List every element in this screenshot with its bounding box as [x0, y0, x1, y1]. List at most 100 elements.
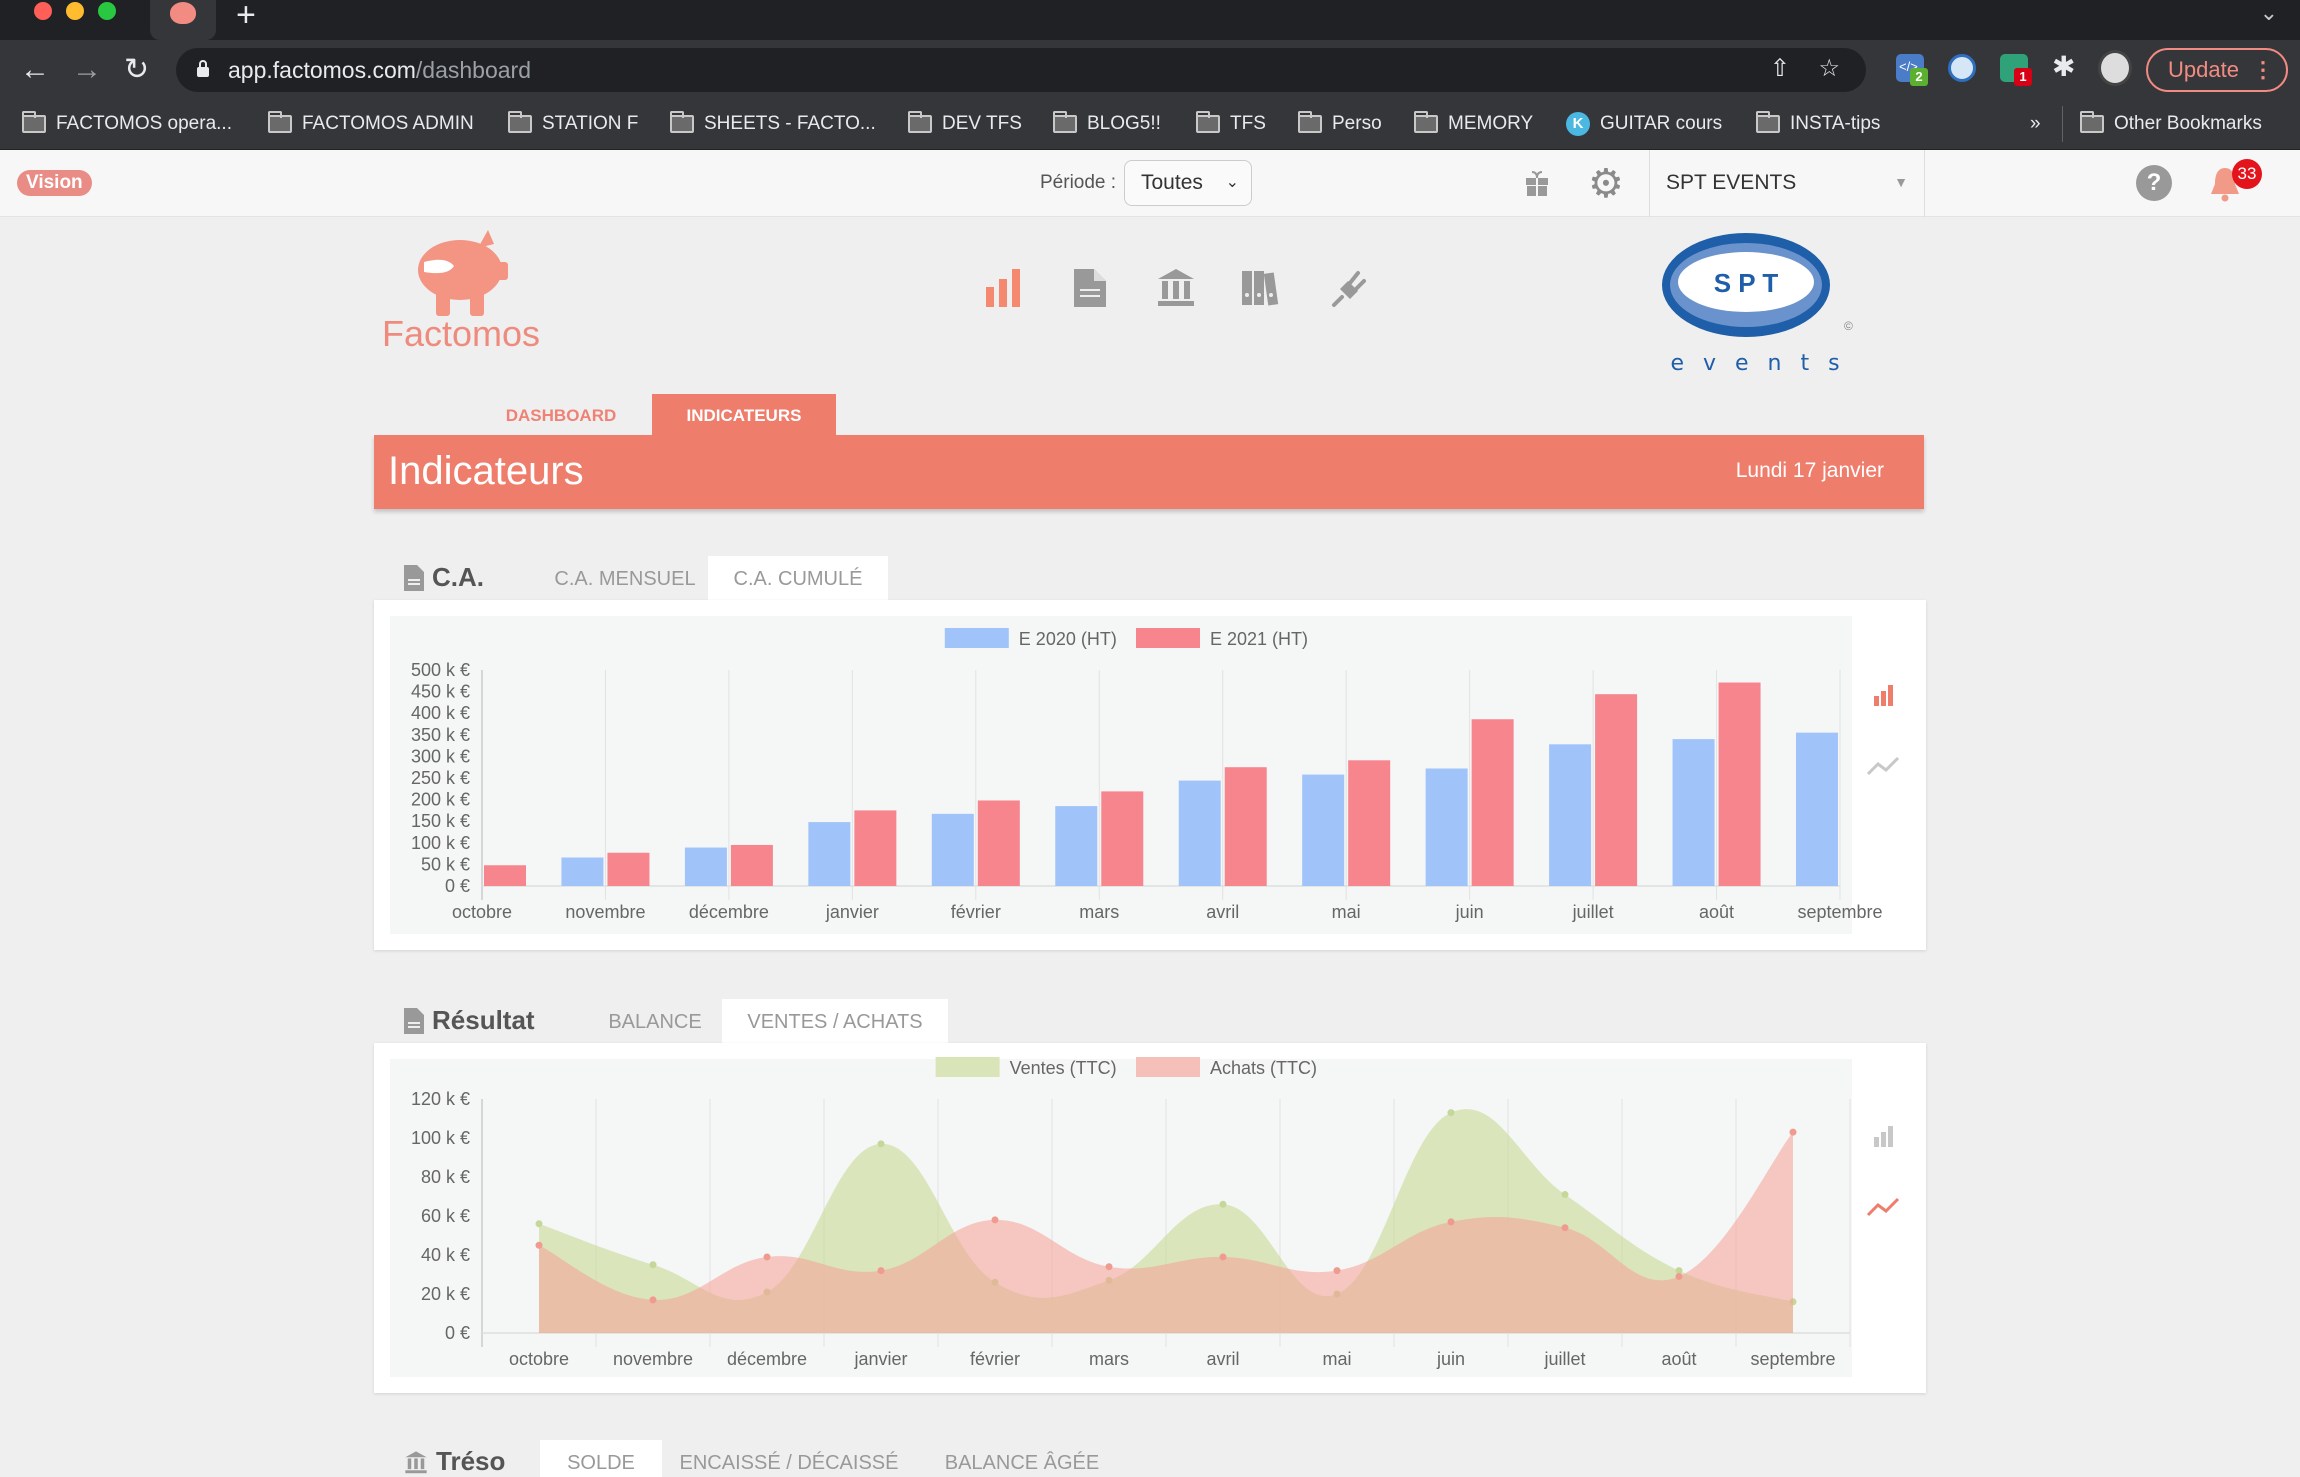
- folder-icon: [1756, 111, 1780, 133]
- ca-section-tabs: C.A. C.A. MENSUEL C.A. CUMULÉ: [374, 556, 1924, 600]
- puzzle-extensions-icon[interactable]: ✱: [2052, 50, 2075, 83]
- bar: [808, 822, 851, 886]
- brand-name: Factomos: [382, 313, 541, 354]
- bar: [607, 852, 650, 886]
- client-logo-spt-events: S P T © e v e n t s: [1662, 233, 1853, 376]
- resultat-section-tabs: Résultat BALANCE VENTES / ACHATS: [374, 999, 1924, 1043]
- tab-dashboard[interactable]: DASHBOARD: [472, 394, 650, 436]
- bookmark-item[interactable]: MEMORY: [1414, 110, 1533, 138]
- other-bookmarks[interactable]: Other Bookmarks: [2080, 110, 2262, 138]
- tab-encaisse-decaisse[interactable]: ENCAISSÉ / DÉCAISSÉ: [674, 1440, 904, 1477]
- line-view-toggle-icon[interactable]: [1866, 750, 1900, 780]
- y-tick-label: 100 k €: [411, 833, 470, 853]
- x-tick-label: avril: [1206, 902, 1239, 922]
- k-site-icon: K: [1566, 112, 1590, 136]
- update-button[interactable]: Update ⋮: [2146, 48, 2288, 92]
- bar-view-toggle-icon[interactable]: [1866, 680, 1900, 710]
- document-icon[interactable]: [1070, 265, 1110, 309]
- periode-select[interactable]: Toutes ⌄: [1124, 160, 1252, 206]
- new-tab-button[interactable]: +: [236, 0, 256, 35]
- tab-ventes-achats[interactable]: VENTES / ACHATS: [722, 999, 948, 1043]
- bar: [1796, 732, 1838, 886]
- data-point: [1447, 1218, 1455, 1226]
- data-point: [763, 1253, 771, 1261]
- minimize-window-button[interactable]: [66, 2, 84, 20]
- x-tick-label: novembre: [565, 902, 645, 922]
- folder-icon: [2080, 111, 2104, 133]
- forward-button[interactable]: →: [72, 50, 102, 90]
- x-tick-label: octobre: [509, 1349, 569, 1369]
- bookmark-star-icon[interactable]: ☆: [1818, 54, 1840, 83]
- bookmark-item[interactable]: TFS: [1196, 110, 1266, 138]
- gift-icon[interactable]: [1526, 170, 1548, 196]
- chart-bar-icon[interactable]: [984, 265, 1024, 309]
- binders-icon[interactable]: [1240, 265, 1280, 309]
- back-button[interactable]: ←: [20, 50, 50, 90]
- tab-solde[interactable]: SOLDE: [540, 1440, 662, 1477]
- legend-label: Ventes (TTC): [1010, 1058, 1117, 1078]
- help-icon[interactable]: ?: [2136, 165, 2172, 201]
- bookmark-item[interactable]: SHEETS - FACTO...: [670, 110, 876, 138]
- dialog-extension-icon[interactable]: 1: [2000, 54, 2032, 86]
- lock-icon: [197, 60, 209, 77]
- bookmark-item[interactable]: DEV TFS: [908, 110, 1022, 138]
- company-select[interactable]: SPT EVENTS ▼: [1649, 150, 1925, 217]
- page-title: Indicateurs: [388, 449, 584, 493]
- bar: [931, 813, 974, 886]
- bookmark-item[interactable]: FACTOMOS opera...: [22, 110, 232, 138]
- share-icon[interactable]: ⇧: [1770, 54, 1790, 83]
- bookmark-item[interactable]: BLOG5!!: [1053, 110, 1161, 138]
- bar: [1718, 682, 1761, 886]
- data-point: [1561, 1191, 1569, 1199]
- bookmark-item[interactable]: FACTOMOS ADMIN: [268, 110, 474, 138]
- tab-indicateurs[interactable]: INDICATEURS: [652, 394, 836, 436]
- password-manager-icon[interactable]: [1948, 54, 1976, 82]
- x-tick-label: septembre: [1797, 902, 1882, 922]
- address-bar[interactable]: app.factomos.com/dashboard ⇧ ☆: [176, 48, 1866, 92]
- folder-icon: [670, 111, 694, 133]
- x-tick-label: juin: [1436, 1349, 1465, 1369]
- folder-icon: [22, 111, 46, 133]
- bar: [484, 865, 526, 886]
- line-view-toggle-icon[interactable]: [1866, 1191, 1900, 1221]
- y-tick-label: 0 €: [445, 1323, 470, 1343]
- tab-balance-agee[interactable]: BALANCE ÂGÉE: [934, 1440, 1110, 1477]
- bar-view-toggle-icon[interactable]: [1866, 1121, 1900, 1151]
- vision-badge[interactable]: Vision: [17, 170, 92, 196]
- profile-avatar[interactable]: [2098, 50, 2132, 86]
- bar: [730, 844, 773, 886]
- factomos-piggy-logo[interactable]: [408, 228, 518, 318]
- tab-search-chevron-icon[interactable]: ⌄: [2260, 0, 2278, 26]
- bookmark-item[interactable]: Perso: [1298, 110, 1382, 138]
- bookmarks-divider: [2062, 106, 2063, 142]
- tab-balance[interactable]: BALANCE: [590, 999, 720, 1043]
- tab-ca-cumule[interactable]: C.A. CUMULÉ: [708, 556, 888, 600]
- plug-icon[interactable]: [1328, 265, 1368, 309]
- data-point: [1789, 1128, 1797, 1136]
- data-point: [1675, 1272, 1683, 1280]
- bar: [1595, 694, 1638, 886]
- gear-icon[interactable]: ⚙: [1588, 164, 1624, 204]
- periode-label: Période :: [1040, 172, 1117, 193]
- bookmark-item[interactable]: STATION F: [508, 110, 638, 138]
- reload-button[interactable]: ↻: [124, 50, 149, 90]
- data-point: [1447, 1109, 1455, 1117]
- data-point: [1219, 1200, 1227, 1208]
- tab-ca-mensuel[interactable]: C.A. MENSUEL: [534, 556, 716, 600]
- legend-label: Achats (TTC): [1210, 1058, 1317, 1078]
- x-tick-label: mars: [1089, 1349, 1129, 1369]
- bank-icon[interactable]: [1156, 265, 1196, 309]
- x-tick-label: septembre: [1750, 1349, 1835, 1369]
- data-point: [1561, 1224, 1569, 1232]
- code-extension-icon[interactable]: </> 2: [1896, 54, 1928, 86]
- maximize-window-button[interactable]: [98, 2, 116, 20]
- browser-toolbar: ← → ↻ app.factomos.com/dashboard ⇧ ☆ </>…: [0, 40, 2300, 100]
- bookmark-item[interactable]: K GUITAR cours: [1566, 110, 1722, 138]
- bar: [977, 800, 1020, 886]
- y-tick-label: 60 k €: [421, 1206, 470, 1226]
- close-window-button[interactable]: [34, 2, 52, 20]
- bookmarks-overflow-button[interactable]: »: [2030, 110, 2041, 138]
- bar: [1348, 760, 1391, 886]
- legend-swatch: [1136, 628, 1200, 648]
- bookmark-item[interactable]: INSTA-tips: [1756, 110, 1880, 138]
